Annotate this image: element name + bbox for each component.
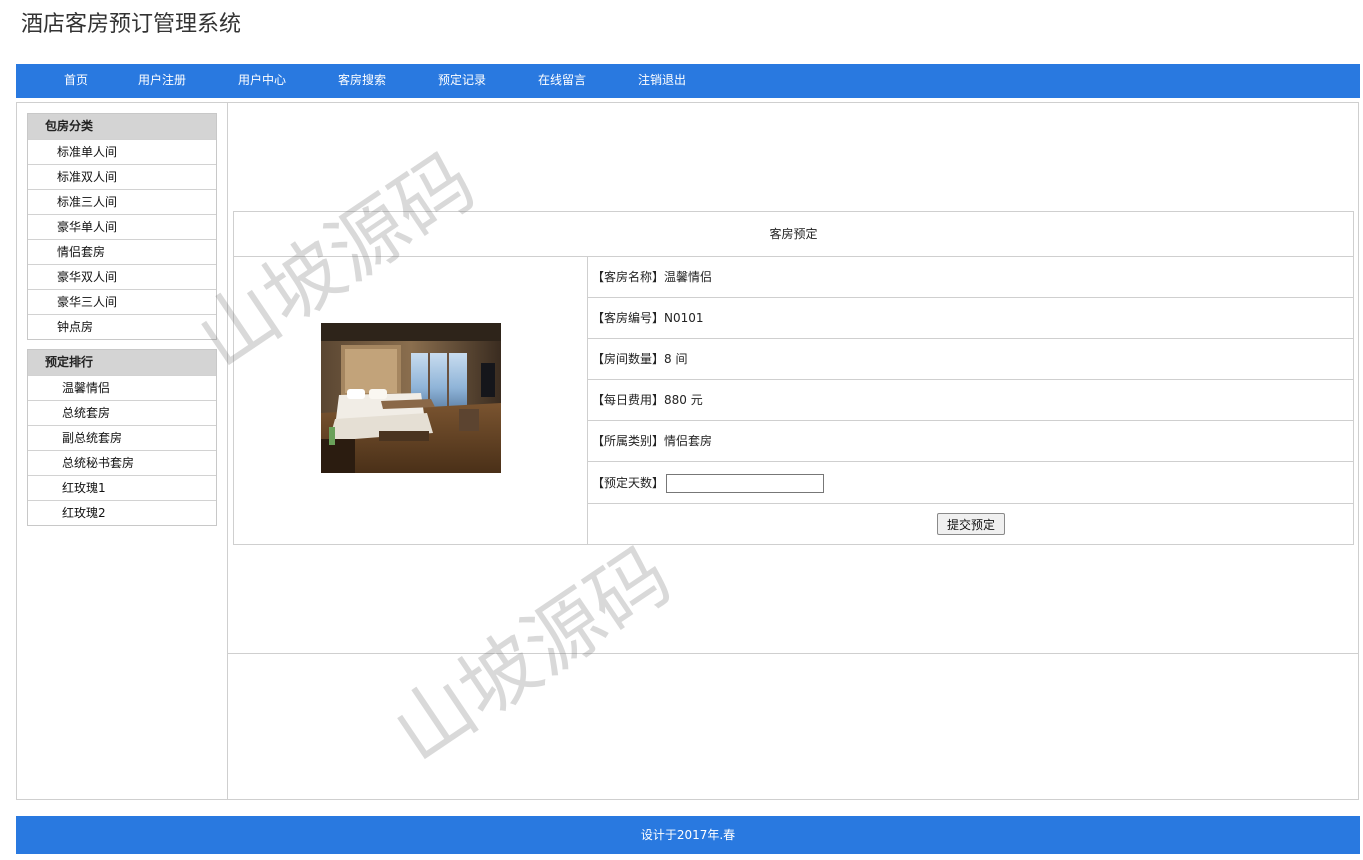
daily-fee-row: 【每日费用】880 元 [588,380,1353,421]
top-navbar: 首页 用户注册 用户中心 客房搜索 预定记录 在线留言 注销退出 [16,64,1360,98]
sidebar-item-category[interactable]: 标准单人间 [28,139,216,164]
booking-ranking-heading: 预定排行 [28,350,216,375]
sidebar-item-ranking[interactable]: 红玫瑰1 [28,475,216,500]
booking-days-label: 【预定天数】 [592,476,665,490]
daily-fee-label: 【每日费用】 [592,393,665,407]
booking-days-row: 【预定天数】 [588,462,1353,504]
sidebar-item-category[interactable]: 豪华单人间 [28,214,216,239]
room-photo[interactable] [321,323,501,473]
sidebar-item-ranking[interactable]: 温馨情侣 [28,375,216,400]
room-number-row: 【客房编号】N0101 [588,298,1353,339]
nav-item-room-search[interactable]: 客房搜索 [338,64,386,98]
sidebar-item-category[interactable]: 标准双人间 [28,164,216,189]
footer: 设计于2017年.春 [16,816,1360,854]
submit-booking-button[interactable]: 提交预定 [937,513,1005,535]
nav-item-booking-records[interactable]: 预定记录 [438,64,486,98]
nav-item-online-message[interactable]: 在线留言 [538,64,586,98]
booking-days-input[interactable] [666,474,825,493]
nav-item-home[interactable]: 首页 [64,64,88,98]
room-count-value: 8 间 [664,352,688,366]
booking-ranking-panel: 预定排行 温馨情侣 总统套房 副总统套房 总统秘书套房 红玫瑰1 红玫瑰2 [27,349,217,526]
room-number-label: 【客房编号】 [592,311,665,325]
site-title: 酒店客房预订管理系统 [21,12,242,37]
room-count-row: 【房间数量】8 间 [588,339,1353,380]
room-number-value: N0101 [664,311,704,325]
sidebar-item-ranking[interactable]: 总统秘书套房 [28,450,216,475]
sidebar-divider [227,102,228,800]
sidebar-item-category[interactable]: 标准三人间 [28,189,216,214]
nav-item-logout[interactable]: 注销退出 [638,64,686,98]
room-image-cell [234,257,588,544]
booking-detail-table: 客房预定 【客房名称】温馨情侣 【客房编号】N0101 【房间数量】8 间 【每… [233,211,1354,545]
room-category-heading: 包房分类 [28,114,216,139]
room-count-label: 【房间数量】 [592,352,665,366]
room-category-label: 【所属类别】 [592,434,665,448]
room-category-value: 情侣套房 [664,434,713,448]
room-name-label: 【客房名称】 [592,270,665,284]
nav-item-user-center[interactable]: 用户中心 [238,64,286,98]
daily-fee-value: 880 元 [664,393,703,407]
sidebar-item-category[interactable]: 钟点房 [28,314,216,339]
content-divider [228,653,1359,654]
booking-title: 客房预定 [234,212,1353,257]
sidebar-item-category[interactable]: 情侣套房 [28,239,216,264]
room-category-panel: 包房分类 标准单人间 标准双人间 标准三人间 豪华单人间 情侣套房 豪华双人间 … [27,113,217,340]
sidebar-item-ranking[interactable]: 红玫瑰2 [28,500,216,525]
room-name-row: 【客房名称】温馨情侣 [588,257,1353,298]
sidebar-item-ranking[interactable]: 副总统套房 [28,425,216,450]
nav-item-register[interactable]: 用户注册 [138,64,186,98]
sidebar-item-category[interactable]: 豪华三人间 [28,289,216,314]
room-name-value: 温馨情侣 [664,270,713,284]
sidebar-item-ranking[interactable]: 总统套房 [28,400,216,425]
hotel-room-photo-icon [321,323,501,473]
sidebar-item-category[interactable]: 豪华双人间 [28,264,216,289]
footer-text: 设计于2017年.春 [640,828,736,842]
room-category-row: 【所属类别】情侣套房 [588,421,1353,462]
